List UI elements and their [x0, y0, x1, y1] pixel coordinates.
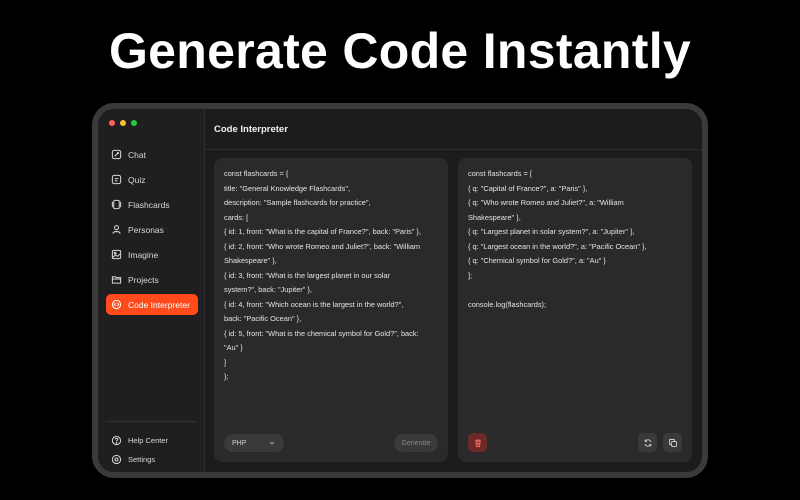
- generate-button[interactable]: Generate: [394, 434, 438, 452]
- flashcards-icon: [111, 199, 122, 210]
- code-line: Shakespeare" },: [224, 256, 277, 265]
- sidebar-item-label: Personas: [128, 224, 164, 235]
- sidebar: Chat Quiz Flashcards Personas Imagine Pr…: [98, 109, 205, 472]
- sidebar-item-settings[interactable]: Settings: [106, 452, 198, 467]
- trash-icon: [474, 439, 481, 447]
- code-line: console.log(flashcards);: [468, 299, 547, 309]
- code-line: { id: 5, front: "What is the chemical sy…: [224, 328, 419, 338]
- code-line: description: "Sample flashcards for prac…: [224, 198, 371, 207]
- code-input-panel[interactable]: const flashcards = { title: "General Know…: [214, 158, 448, 462]
- code-line: };: [224, 372, 229, 381]
- zoom-window-button[interactable]: [131, 120, 137, 126]
- code-output-panel: const flashcards = [ { q: "Capital of Fra…: [458, 158, 692, 462]
- copy-icon: [668, 438, 677, 447]
- code-line: { q: "Who wrote Romeo and Juliet?", a: "…: [468, 198, 624, 207]
- refresh-icon: [644, 438, 651, 447]
- help-icon: [111, 435, 122, 446]
- code-line: { q: "Largest ocean in the world?", a: "…: [468, 241, 647, 251]
- sidebar-nav: Chat Quiz Flashcards Personas Imagine Pr…: [106, 144, 198, 319]
- app-window: Chat Quiz Flashcards Personas Imagine Pr…: [92, 103, 708, 478]
- sidebar-item-label: Projects: [128, 274, 159, 285]
- image-icon: [111, 249, 122, 260]
- code-line: { q: "Chemical symbol for Gold?", a: "Au…: [468, 256, 606, 265]
- sidebar-divider: [106, 421, 196, 422]
- chevron-down-icon: [269, 441, 275, 445]
- sidebar-item-help-center[interactable]: Help Center: [106, 433, 198, 448]
- close-window-button[interactable]: [109, 120, 115, 126]
- sidebar-item-label: Code Interpreter: [128, 299, 190, 310]
- code-line: { id: 2, front: "Who wrote Romeo and Jul…: [224, 241, 420, 251]
- code-line: { id: 1, front: "What is the capital of …: [224, 227, 421, 236]
- chat-icon: [111, 149, 122, 160]
- code-line: { q: "Largest planet in solar system?", …: [468, 227, 635, 236]
- page-title: Code Interpreter: [204, 109, 702, 150]
- regenerate-button[interactable]: [638, 433, 657, 452]
- sidebar-item-code-interpreter[interactable]: Code Interpreter: [106, 294, 198, 315]
- code-line: cards: [: [224, 212, 249, 222]
- code-line: system?", back: "Jupiter" },: [224, 285, 312, 294]
- copy-button[interactable]: [663, 433, 682, 452]
- sidebar-item-imagine[interactable]: Imagine: [106, 244, 198, 265]
- language-select-value: PHP: [232, 439, 247, 447]
- code-line: Shakespeare" },: [468, 212, 521, 222]
- gear-icon: [111, 454, 122, 465]
- code-line: { q: "Capital of France?", a: "Paris" },: [468, 183, 588, 193]
- code-icon: [111, 299, 122, 310]
- sidebar-item-projects[interactable]: Projects: [106, 269, 198, 290]
- language-select[interactable]: PHP: [224, 434, 284, 452]
- code-line: { id: 3, front: "What is the largest pla…: [224, 270, 391, 280]
- code-line: ]: [224, 357, 227, 367]
- window-controls: [109, 120, 137, 126]
- sidebar-item-label: Flashcards: [128, 199, 170, 210]
- sidebar-bottom-nav: Help Center Settings: [106, 433, 198, 471]
- headline: Generate Code Instantly: [108, 23, 692, 79]
- code-line: const flashcards = [: [468, 169, 532, 178]
- code-line: "Au" }: [224, 343, 243, 352]
- code-line: ];: [468, 270, 473, 280]
- code-line: const flashcards = {: [224, 169, 289, 178]
- minimize-window-button[interactable]: [120, 120, 126, 126]
- sidebar-item-quiz[interactable]: Quiz: [106, 169, 198, 190]
- code-line: { id: 4, front: "Which ocean is the larg…: [224, 299, 404, 309]
- sidebar-item-label: Chat: [128, 149, 146, 160]
- sidebar-item-label: Settings: [128, 455, 156, 464]
- sidebar-item-label: Help Center: [128, 436, 169, 445]
- code-line: title: "General Knowledge Flashcards",: [224, 183, 351, 193]
- folder-icon: [111, 274, 122, 285]
- persona-icon: [111, 224, 122, 235]
- sidebar-item-label: Quiz: [128, 174, 146, 185]
- delete-button[interactable]: [468, 433, 487, 452]
- code-input-editor[interactable]: const flashcards = { title: "General Know…: [224, 167, 442, 385]
- sidebar-item-flashcards[interactable]: Flashcards: [106, 194, 198, 215]
- sidebar-item-label: Imagine: [128, 249, 159, 260]
- main-area: Code Interpreter const flashcards = { tit…: [204, 109, 702, 472]
- sidebar-item-personas[interactable]: Personas: [106, 219, 198, 240]
- code-line: back: "Pacific Ocean" },: [224, 314, 302, 323]
- quiz-icon: [111, 174, 122, 185]
- sidebar-item-chat[interactable]: Chat: [106, 144, 198, 165]
- code-output-view: const flashcards = [ { q: "Capital of Fra…: [468, 167, 686, 312]
